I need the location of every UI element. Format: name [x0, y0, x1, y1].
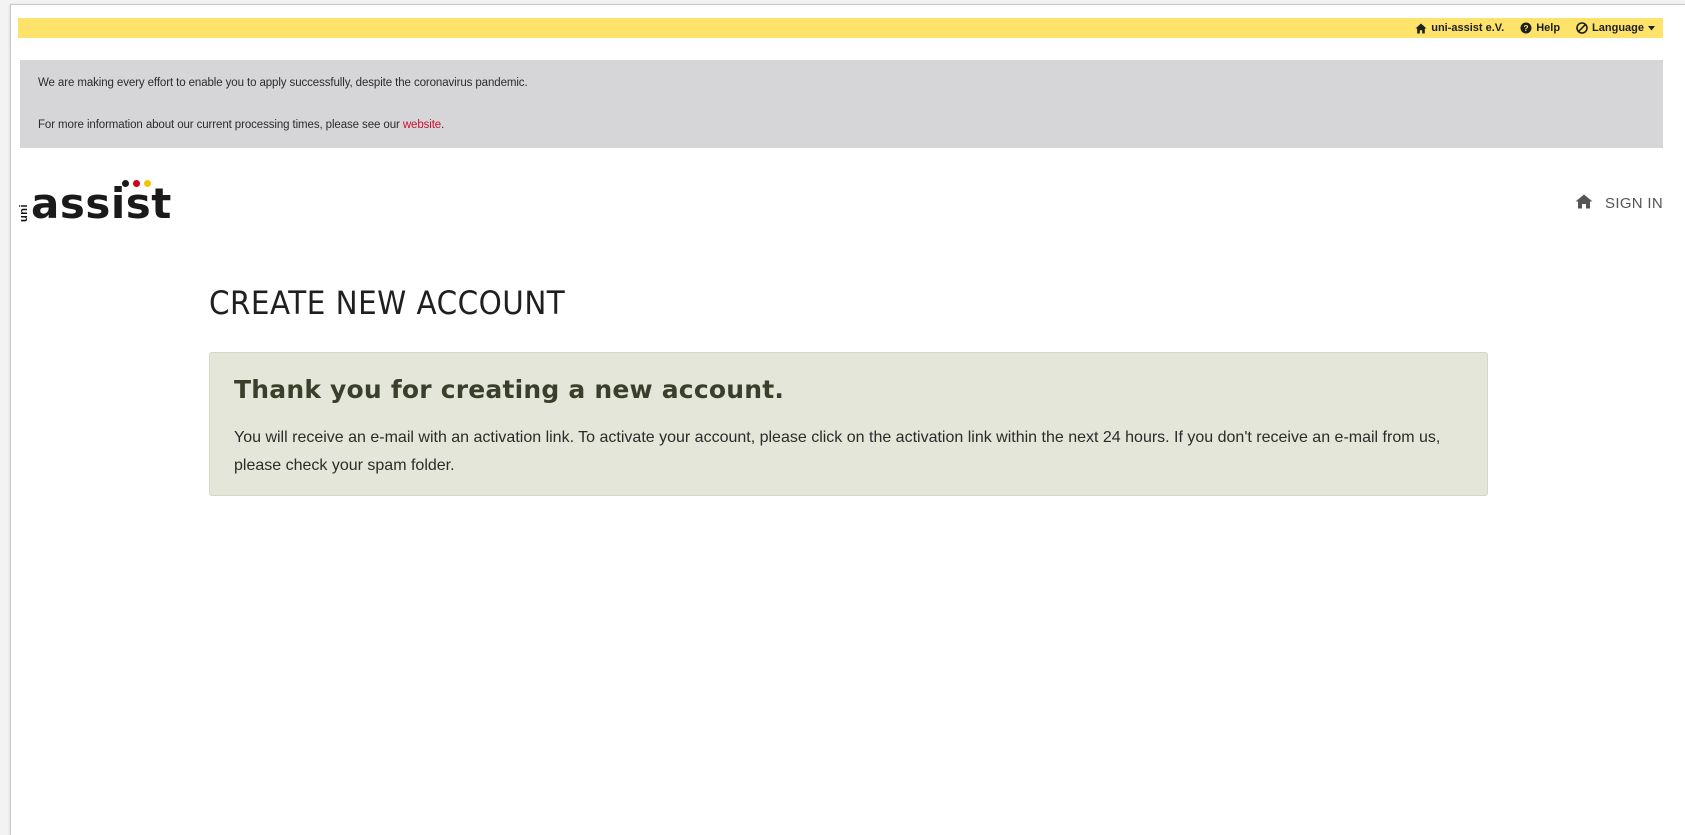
help-icon: ? — [1520, 22, 1532, 34]
notice-line-2-text: For more information about our current p… — [38, 119, 403, 131]
alert-heading: Thank you for creating a new account. — [234, 375, 785, 404]
notice-line-1: We are making every effort to enable you… — [38, 77, 528, 89]
notice-line-2: For more information about our current p… — [38, 118, 1645, 132]
org-link-label: uni-assist e.V. — [1431, 22, 1505, 34]
logo-dots — [122, 180, 151, 187]
notice-line-2-end: . — [441, 119, 445, 131]
page-title: CREATE NEW ACCOUNT — [209, 284, 566, 322]
help-link[interactable]: ? Help — [1520, 22, 1560, 34]
corona-notice: We are making every effort to enable you… — [20, 60, 1663, 148]
success-alert: Thank you for creating a new account. Yo… — [209, 352, 1488, 496]
org-link[interactable]: uni-assist e.V. — [1415, 22, 1504, 34]
top-utility-bar: uni-assist e.V. ? Help Language — [18, 18, 1663, 38]
language-dropdown[interactable]: Language — [1576, 22, 1655, 34]
uni-assist-logo[interactable]: uni assist — [18, 180, 178, 230]
help-link-label: Help — [1536, 22, 1561, 34]
sign-in-label: SIGN IN — [1605, 195, 1663, 212]
language-label: Language — [1592, 22, 1644, 34]
caret-down-icon — [1648, 25, 1655, 31]
sign-in-link[interactable]: SIGN IN — [1575, 194, 1663, 213]
alert-body: You will receive an e-mail with an activ… — [234, 429, 1441, 474]
website-link[interactable]: website — [403, 119, 441, 131]
home-icon — [1415, 23, 1427, 34]
logo-prefix: uni — [18, 204, 30, 222]
logo-dot-gold — [144, 180, 151, 187]
logo-dot-red — [133, 180, 140, 187]
globe-icon — [1576, 22, 1588, 34]
svg-text:?: ? — [1524, 23, 1529, 33]
logo-dot-black — [122, 180, 129, 187]
home-icon — [1575, 194, 1593, 213]
logo-wordmark: assist — [31, 179, 172, 228]
